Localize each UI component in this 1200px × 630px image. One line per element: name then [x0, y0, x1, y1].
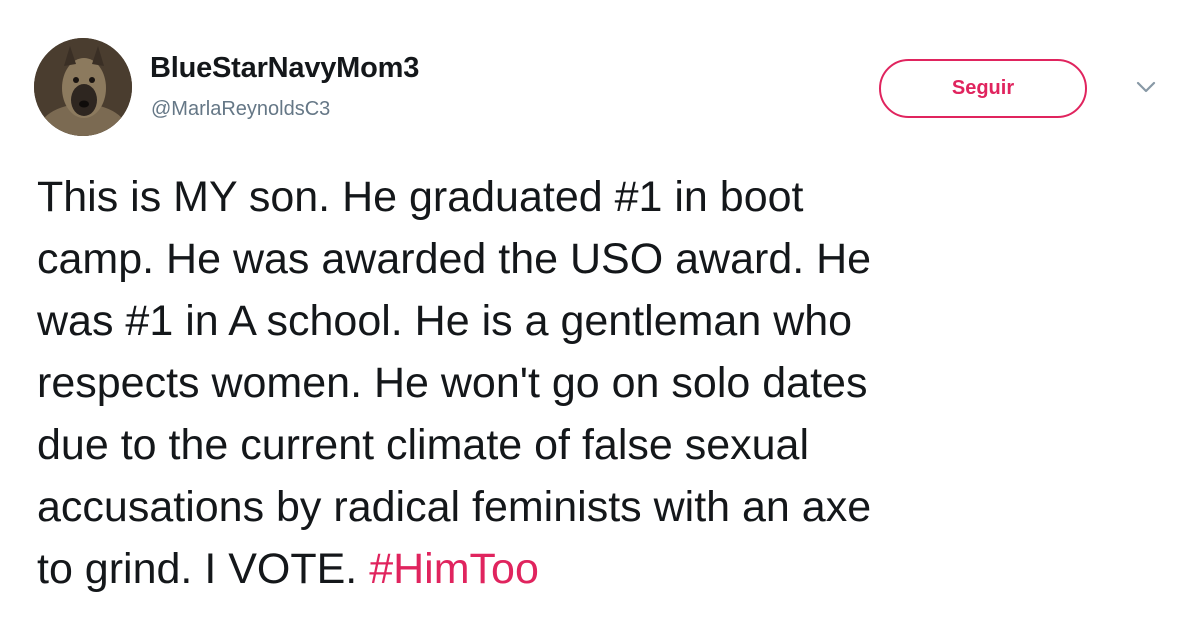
tweet-text-line: due to the current climate of false sexu… [37, 421, 810, 469]
tweet-text-last-line: to grind. I VOTE. #HimToo [37, 538, 1177, 600]
user-handle[interactable]: @MarlaReynoldsC3 [151, 98, 330, 121]
user-display-name[interactable]: BlueStarNavyMom3 [150, 52, 419, 85]
user-avatar[interactable] [34, 38, 132, 136]
tweet-text-line: was #1 in A school. He is a gentleman wh… [37, 297, 853, 345]
chevron-down-icon[interactable] [1134, 78, 1158, 96]
dog-photo-avatar-icon [34, 38, 132, 136]
tweet-text-line: respects women. He won't go on solo date… [37, 359, 868, 407]
follow-button[interactable]: Seguir [879, 59, 1087, 118]
tweet-text-line: to grind. I VOTE. [37, 545, 358, 593]
tweet-text-line: This is MY son. He graduated #1 in boot [37, 173, 804, 221]
tweet-card: BlueStarNavyMom3 @MarlaReynoldsC3 Seguir… [0, 0, 1200, 630]
tweet-text: This is MY son. He graduated #1 in boot … [37, 166, 1177, 600]
tweet-text-line: accusations by radical feminists with an… [37, 483, 872, 531]
hashtag-link[interactable]: #HimToo [369, 545, 539, 593]
tweet-text-line: camp. He was awarded the USO award. He [37, 235, 872, 283]
